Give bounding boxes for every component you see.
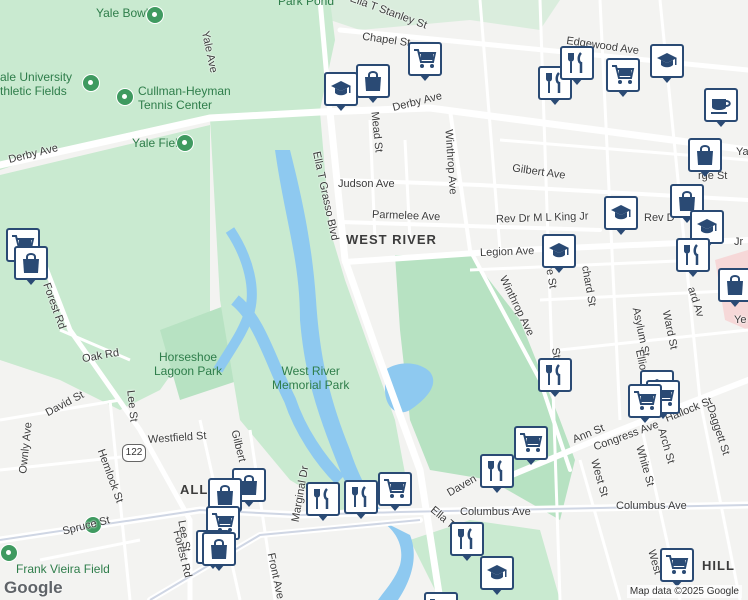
- grocery-marker[interactable]: [606, 58, 640, 97]
- education-marker[interactable]: [542, 234, 576, 273]
- park-icon[interactable]: [82, 74, 100, 92]
- grocery-marker[interactable]: [378, 472, 412, 511]
- restaurant-marker[interactable]: [306, 482, 340, 521]
- grocery-marker[interactable]: [660, 548, 694, 587]
- education-marker[interactable]: [324, 72, 358, 111]
- park-pond-label: Park Pond: [278, 0, 335, 8]
- restaurant-marker[interactable]: [676, 238, 710, 277]
- grocery-marker[interactable]: [514, 426, 548, 465]
- shopping-marker[interactable]: [356, 64, 390, 103]
- street-label: Ya: [736, 146, 748, 158]
- athletic-fields-label: ale University thletic Fields: [0, 70, 73, 98]
- cafe-marker[interactable]: [704, 88, 738, 127]
- restaurant-marker[interactable]: [344, 480, 378, 519]
- stadium-icon[interactable]: [146, 6, 164, 24]
- shopping-marker[interactable]: [14, 246, 48, 285]
- street-label: Columbus Ave: [460, 506, 531, 518]
- grocery-marker[interactable]: [424, 592, 458, 600]
- shopping-marker[interactable]: [718, 268, 748, 307]
- restaurant-marker[interactable]: [538, 358, 572, 397]
- hill-area-label: HILL: [702, 558, 735, 573]
- tennis-center-label: Cullman-Heyman Tennis Center: [138, 84, 231, 112]
- education-marker[interactable]: [650, 44, 684, 83]
- street-label: Judson Ave: [338, 178, 395, 190]
- street-label: Legion Ave: [479, 245, 535, 259]
- shopping-marker[interactable]: [688, 138, 722, 177]
- west-river-memorial-park-label: West River Memorial Park: [272, 364, 350, 392]
- tennis-icon[interactable]: [116, 88, 134, 106]
- restaurant-marker[interactable]: [450, 522, 484, 561]
- street-label: Jr: [734, 236, 744, 248]
- stadium-icon[interactable]: [176, 134, 194, 152]
- west-river-area-label: WEST RIVER: [346, 232, 437, 247]
- map-attribution[interactable]: Map data ©2025 Google: [626, 585, 742, 598]
- street-label: Ye: [734, 314, 747, 326]
- map-canvas[interactable]: Yale Bowl Park Pond ale University thlet…: [0, 0, 748, 600]
- restaurant-marker[interactable]: [480, 454, 514, 493]
- yale-bowl-label: Yale Bowl: [96, 6, 149, 20]
- street-label: Parmelee Ave: [371, 208, 441, 224]
- frank-vieira-field-label: Frank Vieira Field: [16, 562, 110, 576]
- horseshoe-lagoon-park-label: Horseshoe Lagoon Park: [154, 350, 223, 378]
- park-icon[interactable]: [0, 544, 18, 562]
- grocery-marker[interactable]: [628, 384, 662, 423]
- google-logo[interactable]: Google: [4, 578, 63, 598]
- route-shield: 122: [122, 444, 146, 462]
- education-marker[interactable]: [480, 556, 514, 595]
- shopping-marker[interactable]: [202, 532, 236, 571]
- education-marker[interactable]: [604, 196, 638, 235]
- restaurant-marker[interactable]: [560, 46, 594, 85]
- grocery-marker[interactable]: [408, 42, 442, 81]
- street-label: Columbus Ave: [616, 500, 687, 512]
